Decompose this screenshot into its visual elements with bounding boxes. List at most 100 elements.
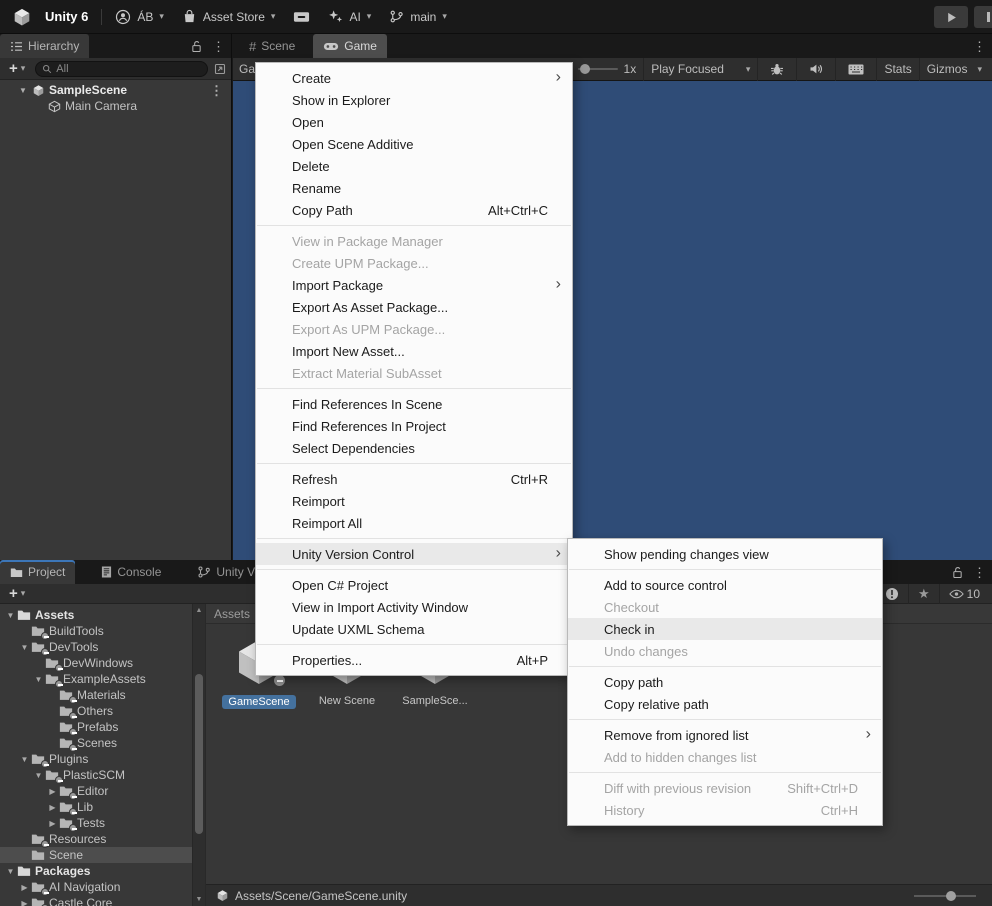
context-menu-item-open[interactable]: Open [256,111,572,133]
tab-scene[interactable]: # Scene [239,34,305,58]
vc-submenu-item-undo-changes[interactable]: Undo changes [568,640,882,662]
tree-scrollbar[interactable]: ▲ ▼ [192,604,205,906]
context-menu-item-reimport-all[interactable]: Reimport All [256,512,572,534]
context-menu-item-refresh[interactable]: RefreshCtrl+R [256,468,572,490]
vc-submenu-item-checkout[interactable]: Checkout [568,596,882,618]
tree-item-tests[interactable]: ▶Tests [0,815,192,831]
asset-label: SampleSce... [402,695,467,707]
tree-item-materials[interactable]: Materials [0,687,192,703]
play-button[interactable] [934,6,968,28]
tab-console[interactable]: Console [91,560,171,584]
context-menu-item-find-references-in-scene[interactable]: Find References In Scene [256,393,572,415]
context-menu-item-create-upm-package[interactable]: Create UPM Package... [256,252,572,274]
tree-item-scenes[interactable]: Scenes [0,735,192,751]
asset-store-dropdown[interactable]: Asset Store ▾ [173,0,285,34]
context-menu-item-import-package[interactable]: Import Package› [256,274,572,296]
vc-submenu-item-remove-from-ignored-list[interactable]: Remove from ignored list› [568,724,882,746]
tree-item-others[interactable]: Others [0,703,192,719]
vc-submenu-item-check-in[interactable]: Check in [568,618,882,640]
account-dropdown[interactable]: ÁB ▾ [106,0,173,34]
vc-submenu-item-add-to-hidden-changes-list[interactable]: Add to hidden changes list [568,746,882,768]
context-menu-item-view-in-import-activity-window[interactable]: View in Import Activity Window [256,596,572,618]
branch-dropdown[interactable]: main ▾ [380,0,456,34]
context-menu-item-import-new-asset[interactable]: Import New Asset... [256,340,572,362]
hierarchy-search[interactable] [35,61,208,77]
menu-item-label: Refresh [292,472,338,487]
unlock-icon[interactable] [952,566,963,579]
tree-item-assets[interactable]: ▼Assets [0,607,192,623]
hierarchy-item-samplescene[interactable]: ▼ SampleScene ⋮ [0,82,231,98]
context-menu-item-extract-material-subasset[interactable]: Extract Material SubAsset [256,362,572,384]
scroll-down-icon[interactable]: ▼ [193,896,205,903]
context-menu-item-export-as-upm-package[interactable]: Export As UPM Package... [256,318,572,340]
tree-item-prefabs[interactable]: Prefabs [0,719,192,735]
tree-item-packages[interactable]: ▼Packages [0,863,192,879]
context-menu-item-open-c-project[interactable]: Open C# Project [256,574,572,596]
add-object-button[interactable]: + ▾ [5,61,29,76]
tree-item-plasticscm[interactable]: ▼PlasticSCM [0,767,192,783]
context-menu-item-export-as-asset-package[interactable]: Export As Asset Package... [256,296,572,318]
context-menu-item-properties[interactable]: Properties...Alt+P [256,649,572,671]
context-menu-item-show-in-explorer[interactable]: Show in Explorer [256,89,572,111]
tree-item-castle-core[interactable]: ▶Castle Core [0,895,192,906]
zoom-slider[interactable] [914,895,976,897]
context-menu-item-rename[interactable]: Rename [256,177,572,199]
panel-menu-icon[interactable]: ⋮ [973,566,986,579]
tree-item-resources[interactable]: Resources [0,831,192,847]
scale-slider[interactable] [578,68,618,70]
context-menu-item-create[interactable]: Create› [256,67,572,89]
package-manager-button[interactable] [284,0,319,34]
gizmos-dropdown[interactable]: Gizmos ▾ [927,62,986,76]
tree-item-plugins[interactable]: ▼Plugins [0,751,192,767]
vc-submenu-item-copy-path[interactable]: Copy path [568,671,882,693]
picker-icon[interactable] [214,63,226,75]
tab-hierarchy[interactable]: Hierarchy [0,34,89,58]
tree-item-scene[interactable]: Scene [0,847,192,863]
input-keyboard-button[interactable] [843,64,869,75]
context-menu-item-delete[interactable]: Delete [256,155,572,177]
menu-item-label: Reimport All [292,516,362,531]
unlock-icon[interactable] [191,40,202,53]
tree-item-devwindows[interactable]: DevWindows [0,655,192,671]
pause-button[interactable] [974,6,992,28]
hierarchy-item-main-camera[interactable]: Main Camera [0,98,231,114]
foldout-open-icon: ▼ [18,643,31,652]
context-menu-item-open-scene-additive[interactable]: Open Scene Additive [256,133,572,155]
tab-project[interactable]: Project [0,560,75,584]
scrollbar-thumb[interactable] [195,674,203,834]
tree-item-editor[interactable]: ▶Editor [0,783,192,799]
context-menu-item-view-in-package-manager[interactable]: View in Package Manager [256,230,572,252]
ignored-badge-icon [69,792,77,800]
vc-submenu-item-diff-with-previous-revision[interactable]: Diff with previous revisionShift+Ctrl+D [568,777,882,799]
tree-item-exampleassets[interactable]: ▼ExampleAssets [0,671,192,687]
context-menu-item-unity-version-control[interactable]: Unity Version Control› [256,543,572,565]
context-menu-item-copy-path[interactable]: Copy PathAlt+Ctrl+C [256,199,572,221]
stats-button[interactable]: Stats [884,62,911,76]
vc-submenu-item-copy-relative-path[interactable]: Copy relative path [568,693,882,715]
tree-item-buildtools[interactable]: BuildTools [0,623,192,639]
context-menu-item-reimport[interactable]: Reimport [256,490,572,512]
vc-submenu-item-show-pending-changes-view[interactable]: Show pending changes view [568,543,882,565]
context-menu-item-update-uxml-schema[interactable]: Update UXML Schema [256,618,572,640]
context-menu-item-find-references-in-project[interactable]: Find References In Project [256,415,572,437]
mute-audio-button[interactable] [804,63,828,75]
star-filter-button[interactable]: ★ [911,584,937,603]
foldout-open-icon[interactable]: ▼ [18,86,28,95]
tree-item-ai-navigation[interactable]: ▶AI Navigation [0,879,192,895]
tree-item-lib[interactable]: ▶Lib [0,799,192,815]
debug-bug-button[interactable] [765,63,789,76]
play-focused-dropdown[interactable]: Play Focused ▾ [651,62,750,76]
scroll-up-icon[interactable]: ▲ [193,607,205,614]
scene-menu-icon[interactable]: ⋮ [210,84,231,97]
tree-item-devtools[interactable]: ▼DevTools [0,639,192,655]
vc-submenu-item-history[interactable]: HistoryCtrl+H [568,799,882,821]
vc-submenu-item-add-to-source-control[interactable]: Add to source control [568,574,882,596]
visibility-toggle[interactable]: 10 [942,584,987,603]
context-menu-item-select-dependencies[interactable]: Select Dependencies [256,437,572,459]
tab-game[interactable]: Game [313,34,387,58]
panel-menu-icon[interactable]: ⋮ [212,40,225,53]
panel-menu-icon[interactable]: ⋮ [973,40,986,53]
search-input[interactable] [56,63,201,75]
ai-dropdown[interactable]: AI ▾ [319,0,380,34]
add-asset-button[interactable]: + ▾ [5,586,29,601]
